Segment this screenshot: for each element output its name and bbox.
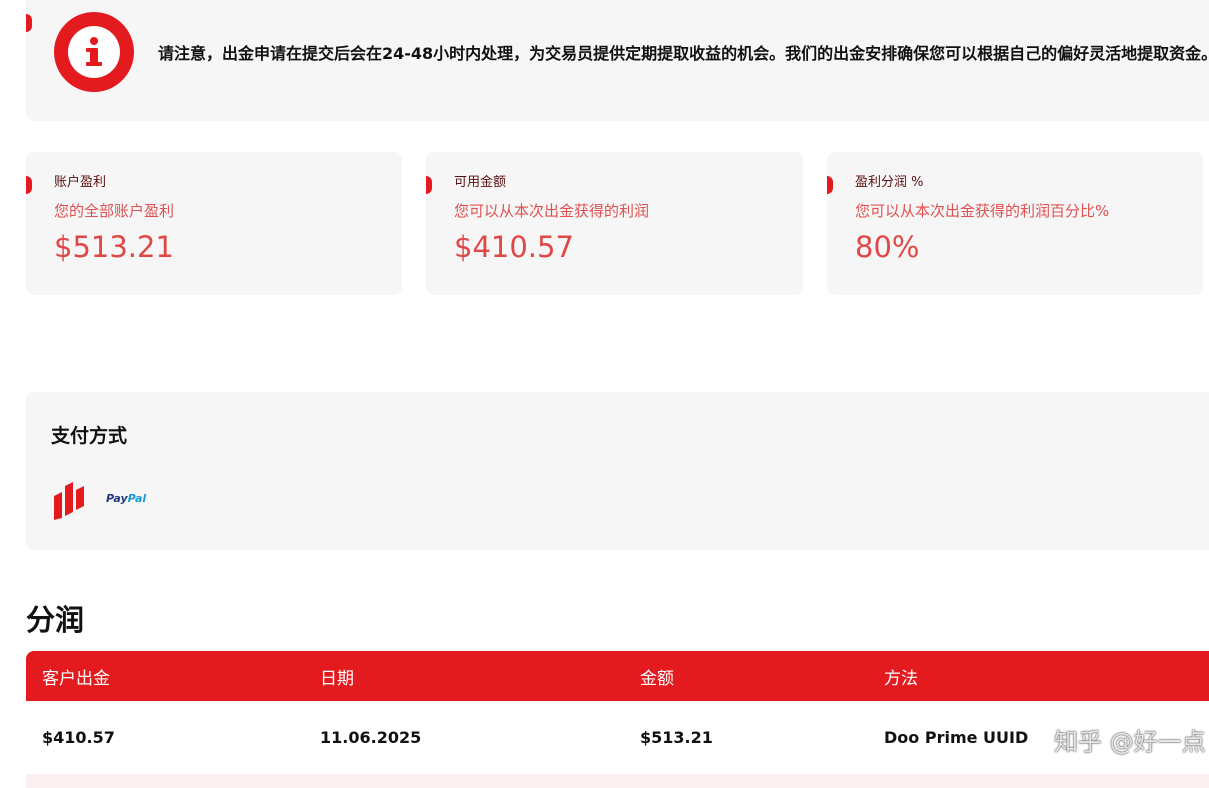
accent-tab [827, 176, 833, 194]
page: 请注意，出金申请在提交后会在24-48小时内处理，为交易员提供定期提取收益的机会… [0, 0, 1209, 788]
card-subtitle: 您的全部账户盈利 [54, 202, 175, 220]
paypal-label-part1: Pay [106, 492, 128, 505]
watermark: 知乎 @好一点 [1054, 728, 1206, 756]
table-cell: $410.57 [42, 728, 115, 747]
payment-method-section: 支付方式 PayPal [26, 392, 1209, 550]
card-value: $513.21 [54, 230, 174, 264]
table-row: $410.57 11.06.2025 $513.21 Doo Prime UUI… [26, 701, 1209, 773]
profit-share-table: 客户出金 日期 金额 方法 $410.57 11.06.2025 $513.21… [26, 651, 1209, 773]
doo-prime-logo-icon[interactable] [52, 480, 88, 520]
notice-banner: 请注意，出金申请在提交后会在24-48小时内处理，为交易员提供定期提取收益的机会… [26, 0, 1209, 121]
column-header: 方法 [884, 669, 918, 689]
card-value: $410.57 [454, 230, 574, 264]
column-header: 金额 [640, 669, 674, 689]
paypal-logo-icon[interactable]: PayPal [106, 492, 146, 505]
notice-text: 请注意，出金申请在提交后会在24-48小时内处理，为交易员提供定期提取收益的机会… [158, 44, 1209, 63]
table-cell: Doo Prime UUID [884, 728, 1029, 747]
card-subtitle: 您可以从本次出金获得的利润百分比% [855, 202, 1110, 220]
column-header: 日期 [320, 669, 354, 689]
card-title: 可用金额 [454, 175, 507, 190]
info-icon [54, 12, 134, 92]
card-value: 80% [855, 230, 920, 264]
card-title: 盈利分润 % [855, 175, 924, 190]
available-amount-card: 可用金额 您可以从本次出金获得的利润 $410.57 [426, 152, 803, 295]
table-cell: 11.06.2025 [320, 728, 422, 747]
table-row-shadow [26, 774, 1209, 788]
profit-share-percent-card: 盈利分润 % 您可以从本次出金获得的利润百分比% 80% [827, 152, 1203, 295]
accent-tab [26, 14, 32, 32]
account-profit-card: 账户盈利 您的全部账户盈利 $513.21 [26, 152, 402, 295]
table-cell: $513.21 [640, 728, 713, 747]
table-header: 客户出金 日期 金额 方法 [26, 651, 1209, 701]
column-header: 客户出金 [42, 669, 110, 689]
accent-tab [26, 176, 32, 194]
payment-method-title: 支付方式 [51, 425, 128, 447]
card-subtitle: 您可以从本次出金获得的利润 [454, 202, 650, 220]
paypal-label-part2: Pal [127, 492, 147, 505]
accent-tab [426, 176, 432, 194]
card-title: 账户盈利 [54, 175, 107, 190]
profit-share-title: 分润 [26, 603, 85, 637]
